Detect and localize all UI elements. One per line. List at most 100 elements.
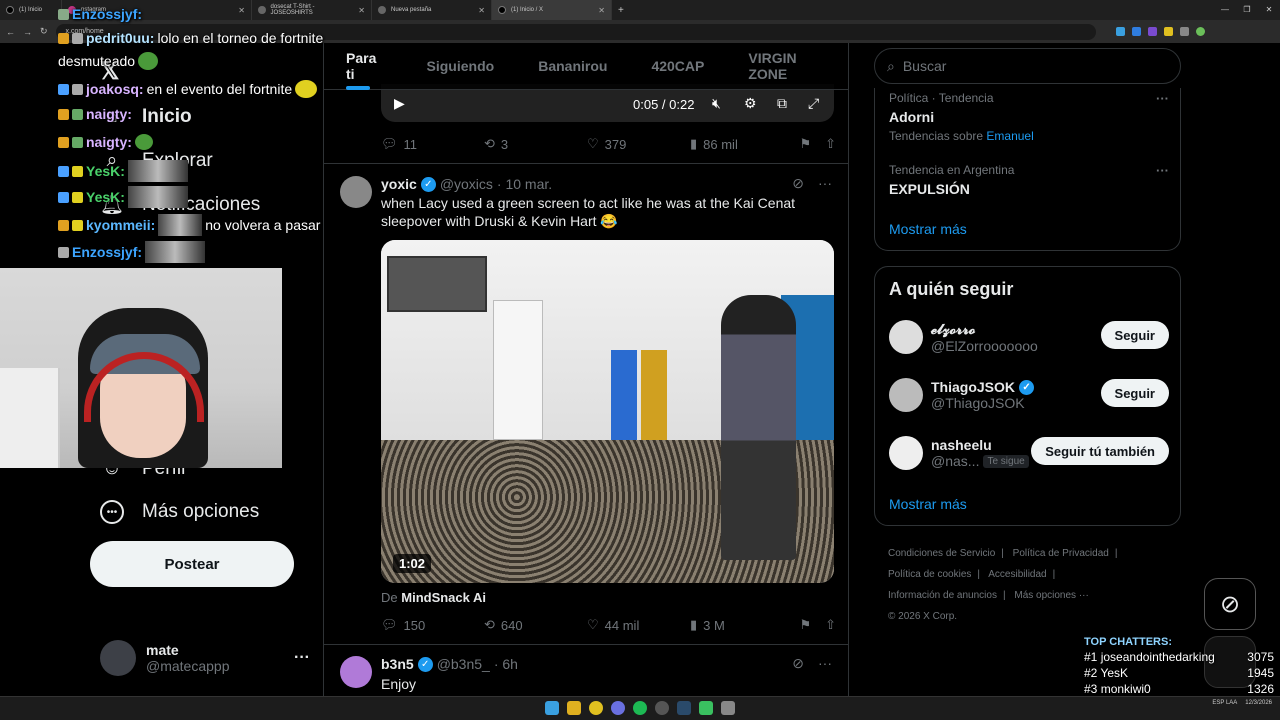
share-icon[interactable]: ⇧ bbox=[825, 136, 836, 152]
bookmark-icon[interactable]: ⚑ bbox=[799, 617, 811, 633]
tab-list-420cap[interactable]: 420CAP bbox=[629, 43, 726, 90]
restore-icon[interactable]: ❐ bbox=[1236, 0, 1258, 20]
bookmark-icon[interactable]: ⚑ bbox=[799, 136, 811, 152]
windows-start-icon[interactable] bbox=[545, 701, 559, 715]
author-name[interactable]: yoxic bbox=[381, 176, 417, 192]
trend-item[interactable]: Tendencia en Argentina EXPULSIÓN ··· bbox=[889, 163, 1169, 197]
show-more-link[interactable]: Mostrar más bbox=[889, 221, 967, 237]
close-tab-icon[interactable]: ✕ bbox=[598, 6, 605, 15]
author-name[interactable]: b3n5 bbox=[381, 656, 414, 672]
footer-link[interactable]: Condiciones de Servicio bbox=[888, 548, 995, 559]
file-explorer-icon[interactable] bbox=[567, 701, 581, 715]
reload-icon[interactable]: ↻ bbox=[40, 26, 48, 37]
steam-icon[interactable] bbox=[677, 701, 691, 715]
nav-more[interactable]: ••• Más opciones bbox=[100, 500, 259, 524]
more-dots-icon[interactable]: ··· bbox=[1156, 91, 1169, 106]
play-icon[interactable]: ▶ bbox=[394, 95, 405, 112]
mute-icon[interactable]: 🔇︎ bbox=[712, 95, 721, 112]
follow-button[interactable]: Seguir bbox=[1100, 379, 1169, 407]
browser-tab[interactable]: (1) Inicio bbox=[0, 0, 62, 20]
extension-icon[interactable] bbox=[1131, 27, 1141, 36]
like-button[interactable]: ♡ 44 mil bbox=[587, 617, 690, 633]
discord-icon[interactable] bbox=[611, 701, 625, 715]
author-handle[interactable]: @yoxics bbox=[440, 176, 493, 192]
tab-list-bananirou[interactable]: Bananirou bbox=[516, 43, 629, 90]
new-tab-button[interactable]: + bbox=[612, 0, 630, 20]
grok-icon[interactable]: ⊘ bbox=[792, 655, 804, 672]
tab-following[interactable]: Siguiendo bbox=[405, 43, 517, 90]
post-video[interactable]: 1:02 bbox=[381, 240, 834, 583]
reply-icon: 💬︎ bbox=[381, 617, 398, 632]
settings-icon[interactable]: ⚙ bbox=[744, 95, 757, 112]
spotify-icon[interactable] bbox=[633, 701, 647, 715]
more-circle-icon: ••• bbox=[100, 500, 124, 524]
repost-button[interactable]: ⟲ 3 bbox=[484, 136, 587, 152]
close-tab-icon[interactable]: ✕ bbox=[358, 6, 365, 15]
like-button[interactable]: ♡ 379 bbox=[587, 136, 690, 152]
more-dots-icon[interactable]: ··· bbox=[294, 649, 310, 667]
follow-suggestion[interactable]: 𝓮𝓵𝔃𝓸𝓻𝓻𝓸 @ElZorrooooooo Seguir bbox=[889, 317, 1169, 357]
view-count: 3 M bbox=[703, 617, 725, 633]
author-handle[interactable]: @b3n5_ bbox=[437, 656, 490, 672]
browser-tab[interactable]: dosecat T-Shirt - JOSEOSHIRTS ✕ bbox=[252, 0, 372, 20]
post-date[interactable]: · 6h bbox=[494, 656, 518, 672]
follow-button[interactable]: Seguir bbox=[1100, 321, 1169, 349]
browser-tab-active[interactable]: (1) Inicio / X ✕ bbox=[492, 0, 612, 20]
footer-link[interactable]: Accesibilidad bbox=[988, 569, 1046, 580]
back-icon[interactable]: ← bbox=[6, 27, 15, 37]
repost-button[interactable]: ⟲ 640 bbox=[484, 617, 587, 633]
close-tab-icon[interactable]: ✕ bbox=[238, 6, 245, 15]
post-button[interactable]: Postear bbox=[90, 541, 294, 587]
chat-text: lolo en el torneo de fortnite bbox=[157, 30, 324, 46]
trend-item[interactable]: Política · Tendencia Adorni Tendencias s… bbox=[889, 91, 1169, 143]
footer-more[interactable]: Más opciones ··· bbox=[1014, 590, 1088, 601]
tab-list-virgin-zone[interactable]: VIRGIN ZONE bbox=[726, 43, 848, 90]
views-button[interactable]: ▮ 86 mil bbox=[690, 136, 790, 152]
grok-icon[interactable]: ⊘ bbox=[792, 175, 804, 192]
heart-icon: ♡ bbox=[587, 617, 599, 632]
account-switcher[interactable]: mate @matecappp ··· bbox=[100, 638, 310, 678]
more-dots-icon[interactable]: ··· bbox=[818, 655, 832, 672]
forward-icon[interactable]: → bbox=[23, 27, 32, 37]
pip-icon[interactable]: ⧉ bbox=[777, 95, 787, 112]
app-icon[interactable] bbox=[699, 701, 713, 715]
extension-icon[interactable] bbox=[1115, 27, 1125, 36]
language-indicator[interactable]: ESP LAA bbox=[1212, 700, 1237, 706]
follow-back-button[interactable]: Seguir tú también bbox=[1031, 437, 1169, 465]
tab-for-you[interactable]: Para ti bbox=[324, 43, 405, 90]
post-date[interactable]: · 10 mar. bbox=[497, 176, 552, 192]
reply-button[interactable]: 💬︎ 150 bbox=[381, 617, 484, 633]
avatar[interactable] bbox=[340, 656, 372, 688]
chrome-icon[interactable] bbox=[589, 701, 603, 715]
top-chatter-row: #2 YesK 1945 bbox=[1084, 666, 1274, 680]
app-icon[interactable] bbox=[721, 701, 735, 715]
footer-link[interactable]: Política de Privacidad bbox=[1013, 548, 1109, 559]
reply-button[interactable]: 💬︎ 11 bbox=[381, 136, 484, 152]
share-icon[interactable]: ⇧ bbox=[825, 617, 836, 633]
follow-suggestion[interactable]: nasheelu @nas... Te sigue Seguir tú tambi… bbox=[889, 433, 1169, 473]
extension-icon[interactable] bbox=[1163, 27, 1173, 36]
minimize-icon[interactable]: — bbox=[1214, 0, 1236, 20]
video-source[interactable]: De MindSnack Ai bbox=[381, 590, 486, 605]
trend-sub-prefix: Tendencias sobre bbox=[889, 129, 984, 143]
grok-button[interactable]: ⊘ bbox=[1204, 578, 1256, 630]
show-more-link[interactable]: Mostrar más bbox=[889, 496, 967, 512]
obs-icon[interactable] bbox=[655, 701, 669, 715]
close-window-icon[interactable]: ✕ bbox=[1258, 0, 1280, 20]
follow-suggestion[interactable]: ThiagoJSOK ✓ @ThiagoJSOK Seguir bbox=[889, 375, 1169, 415]
clock-date[interactable]: 12/3/2026 bbox=[1245, 700, 1272, 706]
profile-avatar-icon[interactable] bbox=[1195, 27, 1205, 36]
browser-tab[interactable]: Nueva pestaña ✕ bbox=[372, 0, 492, 20]
fullscreen-icon[interactable]: ⤢ bbox=[808, 95, 819, 112]
views-button[interactable]: ▮ 3 M bbox=[690, 617, 790, 633]
search-input[interactable]: ⌕ Buscar bbox=[874, 48, 1181, 84]
more-dots-icon[interactable]: ··· bbox=[1156, 163, 1169, 178]
close-tab-icon[interactable]: ✕ bbox=[478, 6, 485, 15]
avatar[interactable] bbox=[340, 176, 372, 208]
extension-icon[interactable] bbox=[1147, 27, 1157, 36]
footer-link[interactable]: Política de cookies bbox=[888, 569, 971, 580]
more-dots-icon[interactable]: ··· bbox=[818, 175, 832, 192]
trend-sub-link[interactable]: Emanuel bbox=[986, 129, 1033, 143]
extension-icon[interactable] bbox=[1179, 27, 1189, 36]
footer-link[interactable]: Información de anuncios bbox=[888, 590, 997, 601]
